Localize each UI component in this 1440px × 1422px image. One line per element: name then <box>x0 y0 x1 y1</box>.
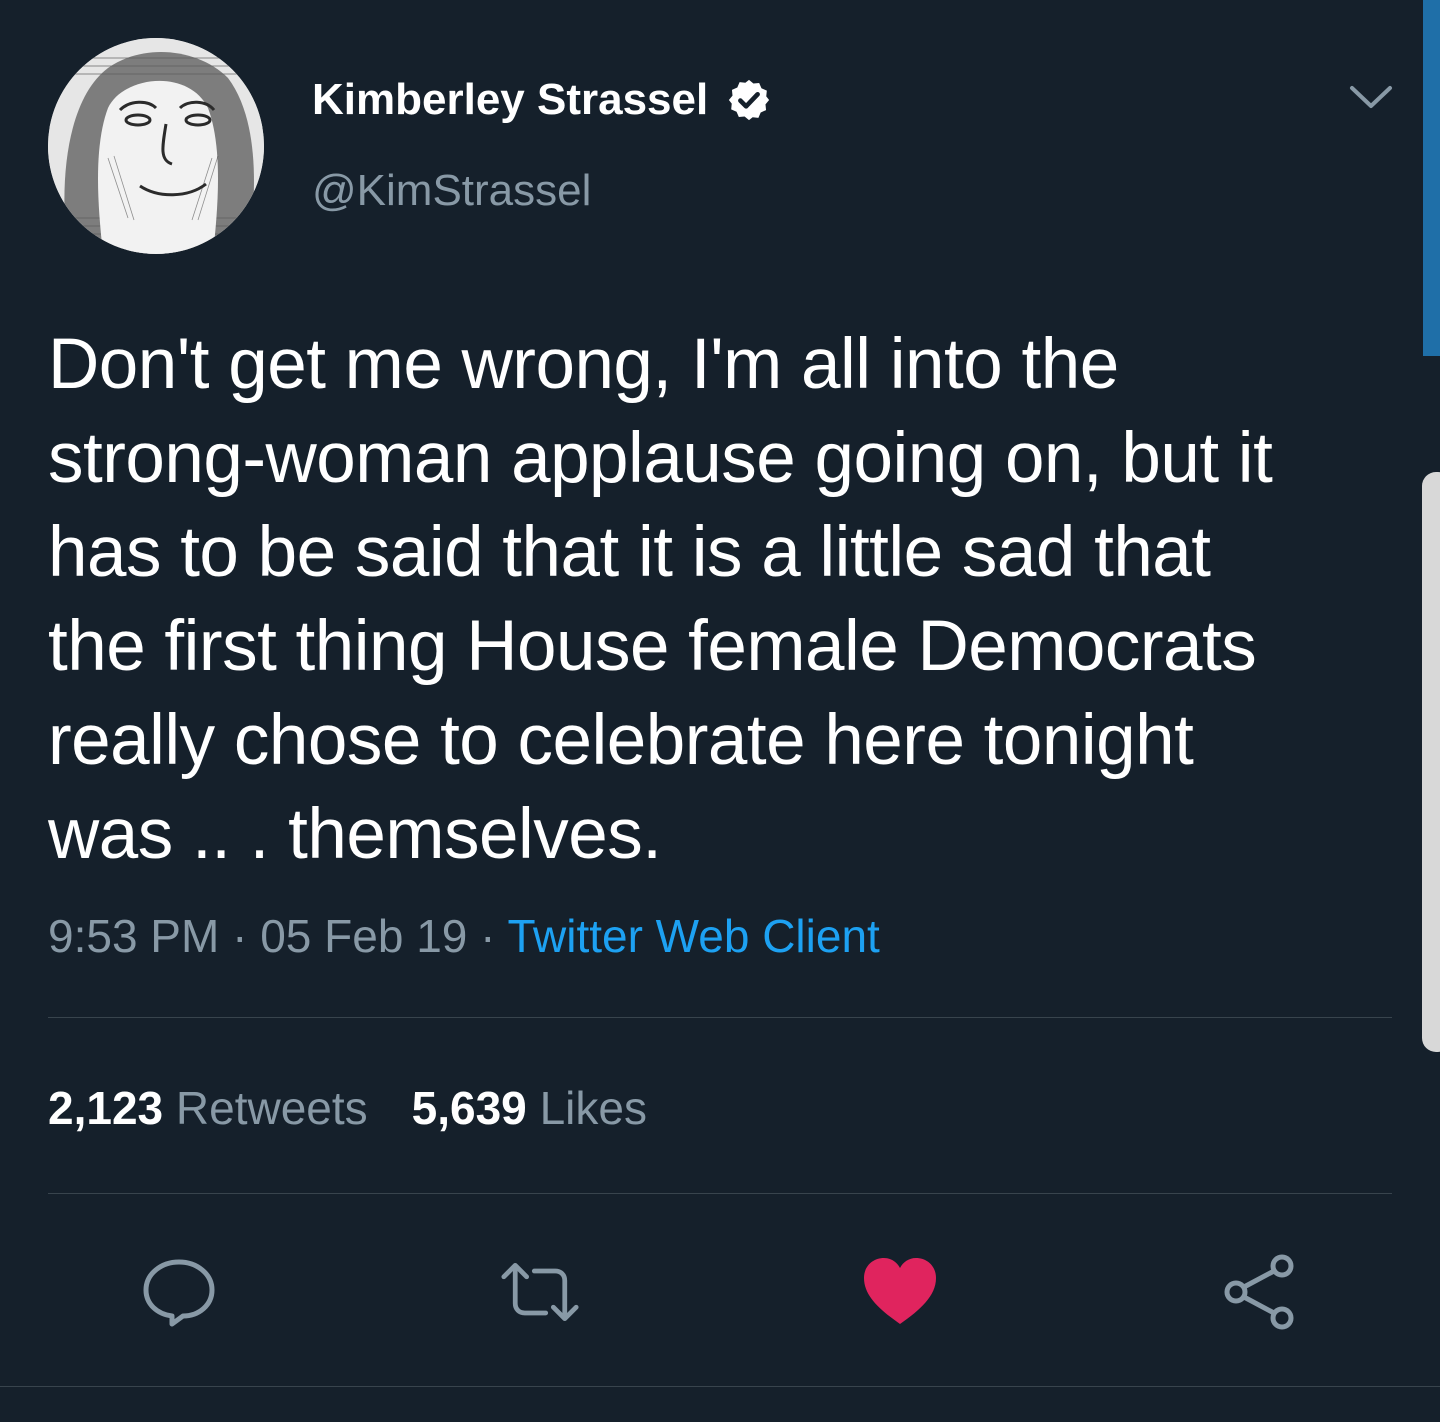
retweets-label: Retweets <box>175 1082 368 1134</box>
retweets-count: 2,123 <box>48 1082 164 1134</box>
scrollbar-thumb[interactable] <box>1422 472 1440 1052</box>
retweet-button[interactable] <box>500 1252 580 1332</box>
share-button[interactable] <box>1220 1252 1300 1332</box>
share-icon <box>1224 1254 1294 1330</box>
tweet-detail: Kimberley Strassel @KimStrassel Don't ge… <box>0 0 1440 1422</box>
avatar[interactable] <box>48 38 264 254</box>
author-row: Kimberley Strassel <box>312 70 772 130</box>
chevron-down-icon[interactable] <box>1346 76 1396 116</box>
divider <box>48 1193 1392 1194</box>
reply-button[interactable] <box>139 1252 219 1332</box>
likes-label: Likes <box>539 1082 647 1134</box>
retweet-icon <box>501 1262 579 1322</box>
tweet-time[interactable]: 9:53 PM <box>48 910 219 962</box>
scroll-indicator <box>1423 0 1440 356</box>
avatar-portrait <box>48 38 264 254</box>
tweet-text: Don't get me wrong, I'm all into the str… <box>48 325 1273 874</box>
tweet-date[interactable]: 05 Feb 19 <box>260 910 467 962</box>
user-handle[interactable]: @KimStrassel <box>312 166 591 216</box>
heart-icon <box>864 1258 936 1324</box>
meta-separator: · <box>467 910 508 962</box>
divider <box>48 1017 1392 1018</box>
display-name[interactable]: Kimberley Strassel <box>312 75 708 125</box>
tweet-stats: 2,123 Retweets 5,639 Likes <box>48 1078 647 1138</box>
verified-badge-icon <box>726 77 772 123</box>
like-button[interactable] <box>860 1252 940 1332</box>
tweet-source-link[interactable]: Twitter Web Client <box>507 910 879 962</box>
reply-icon <box>143 1259 215 1327</box>
tweet-meta: 9:53 PM · 05 Feb 19 · Twitter Web Client <box>48 906 880 966</box>
likes-count: 5,639 <box>411 1082 527 1134</box>
divider <box>0 1386 1440 1387</box>
meta-separator: · <box>219 910 261 962</box>
retweets-stat[interactable]: 2,123 Retweets <box>48 1082 368 1134</box>
likes-stat[interactable]: 5,639 Likes <box>412 1082 647 1134</box>
